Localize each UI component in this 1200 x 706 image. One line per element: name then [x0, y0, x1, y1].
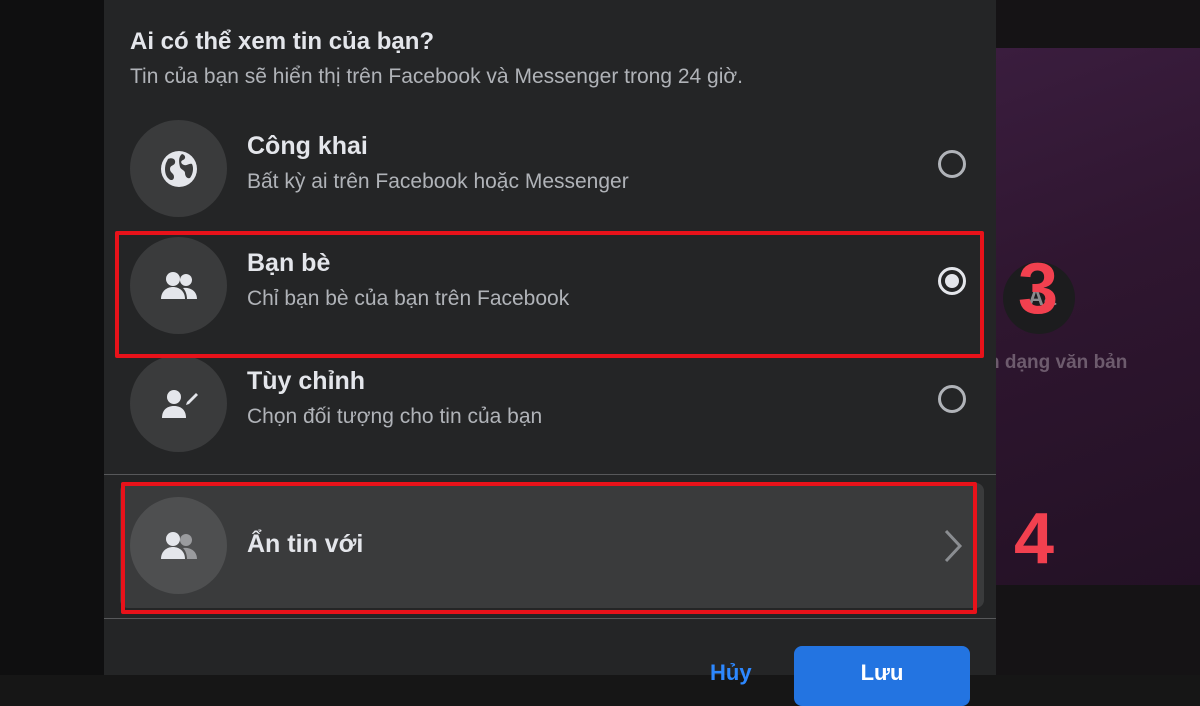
option-custom[interactable]: Tùy chỉnh Chọn đối tượng cho tin của bạn	[104, 347, 996, 459]
highlight-box-step-4	[121, 482, 977, 614]
save-button[interactable]: Lưu	[794, 646, 970, 706]
option-public-description: Bất kỳ ai trên Facebook hoặc Messenger	[247, 170, 629, 193]
option-custom-title: Tùy chỉnh	[247, 367, 366, 395]
option-custom-description: Chọn đối tượng cho tin của bạn	[247, 405, 543, 428]
step-number-3: 3	[1018, 249, 1059, 329]
custom-audience-icon	[130, 355, 227, 452]
dialog-subtitle: Tin của bạn sẽ hiển thị trên Facebook và…	[130, 65, 744, 88]
radio-custom[interactable]	[938, 385, 966, 413]
globe-icon	[130, 120, 227, 217]
background-left	[0, 0, 104, 675]
text-story-label: n dạng văn bản	[988, 352, 1128, 373]
cancel-button[interactable]: Hủy	[710, 660, 752, 686]
highlight-box-step-3	[115, 231, 984, 358]
dialog-title: Ai có thể xem tin của bạn?	[130, 28, 435, 55]
radio-public[interactable]	[938, 150, 966, 178]
option-public[interactable]: Công khai Bất kỳ ai trên Facebook hoặc M…	[104, 112, 996, 224]
step-number-4: 4	[1014, 499, 1055, 579]
divider-top	[104, 474, 996, 475]
divider-bottom	[104, 618, 996, 619]
option-public-title: Công khai	[247, 132, 368, 160]
